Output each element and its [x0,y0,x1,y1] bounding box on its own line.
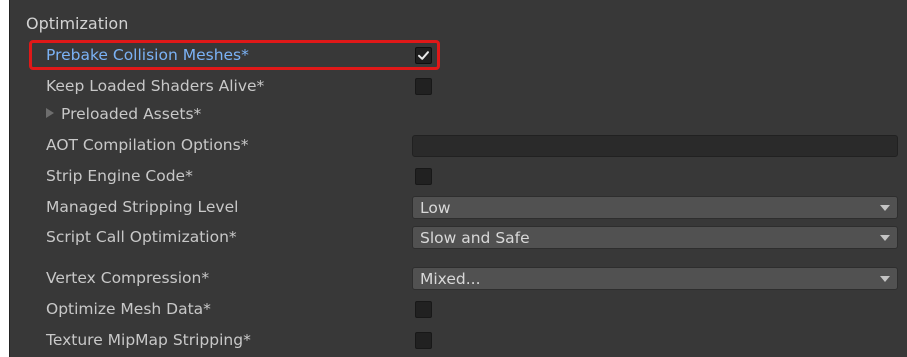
texture-mipmap-stripping-checkbox[interactable] [415,332,432,349]
checkmark-icon [418,51,429,60]
prebake-collision-meshes-checkbox[interactable] [415,47,432,64]
triangle-right-icon[interactable] [46,108,54,118]
row-preloaded-assets[interactable]: Preloaded Assets* [10,101,907,127]
section-title: Optimization [26,14,129,33]
prebake-collision-meshes-label: Prebake Collision Meshes* [46,46,249,64]
row-aot-compilation-options: AOT Compilation Options* [10,132,907,158]
managed-stripping-level-label: Managed Stripping Level [46,198,239,216]
script-call-optimization-dropdown[interactable]: Slow and Safe [412,226,898,249]
row-vertex-compression: Vertex Compression* Mixed... [10,265,907,291]
chevron-down-icon [880,205,890,211]
row-strip-engine-code: Strip Engine Code* [10,163,907,189]
strip-engine-code-checkbox[interactable] [415,168,432,185]
chevron-down-icon [880,235,890,241]
script-call-optimization-value: Slow and Safe [420,229,530,247]
optimize-mesh-data-checkbox[interactable] [415,301,432,318]
managed-stripping-level-value: Low [420,199,451,217]
aot-compilation-options-field[interactable] [412,135,898,157]
managed-stripping-level-dropdown[interactable]: Low [412,196,898,219]
chevron-down-icon [880,276,890,282]
script-call-optimization-label: Script Call Optimization* [46,228,237,246]
row-keep-loaded-shaders-alive: Keep Loaded Shaders Alive* [10,73,907,99]
preloaded-assets-foldout: Preloaded Assets* [46,104,201,124]
row-texture-mipmap-stripping: Texture MipMap Stripping* [10,327,907,353]
preloaded-assets-label: Preloaded Assets* [61,105,202,123]
aot-compilation-options-label: AOT Compilation Options* [46,136,249,154]
keep-loaded-shaders-alive-checkbox[interactable] [415,78,432,95]
keep-loaded-shaders-alive-label: Keep Loaded Shaders Alive* [46,77,265,95]
row-optimize-mesh-data: Optimize Mesh Data* [10,296,907,322]
optimize-mesh-data-label: Optimize Mesh Data* [46,300,211,318]
vertex-compression-label: Vertex Compression* [46,269,210,287]
optimization-panel: Optimization Prebake Collision Meshes* K… [9,0,907,357]
vertex-compression-dropdown[interactable]: Mixed... [412,267,898,290]
row-managed-stripping-level: Managed Stripping Level Low [10,194,907,220]
texture-mipmap-stripping-label: Texture MipMap Stripping* [46,331,251,349]
vertex-compression-value: Mixed... [420,270,481,288]
strip-engine-code-label: Strip Engine Code* [46,167,193,185]
row-prebake-collision-meshes: Prebake Collision Meshes* [10,42,907,68]
row-script-call-optimization: Script Call Optimization* Slow and Safe [10,224,907,250]
